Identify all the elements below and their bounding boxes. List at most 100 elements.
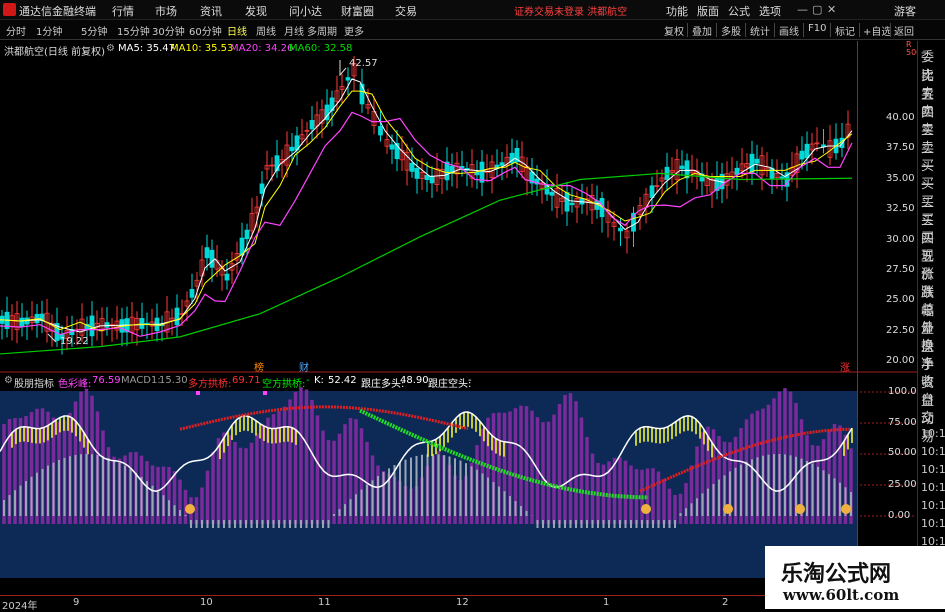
ind-value: - — [468, 375, 472, 386]
candle-body — [19, 317, 25, 327]
indicator-gear-icon[interactable]: ⚙ — [4, 375, 13, 386]
ind-value: - — [306, 375, 310, 386]
ma20-line — [0, 111, 853, 337]
candle-body — [359, 83, 365, 105]
ind-value: 52.42 — [328, 375, 357, 386]
price-tick: 35.00 — [886, 173, 915, 184]
candle-body — [649, 185, 655, 199]
money-bag-icon — [841, 504, 851, 514]
candle-body — [244, 229, 250, 240]
ma10-value: MA10: 35.53 — [170, 43, 234, 54]
ind-tick: 100.0 — [888, 386, 917, 397]
ma20-value: MA20: 34.26 — [230, 43, 294, 54]
price-tick: 25.00 — [886, 294, 915, 305]
ind-tick: 75.00 — [888, 417, 917, 428]
date-tick: 12 — [456, 597, 469, 608]
sidebar-time: 10:10 — [921, 499, 945, 512]
candle-body — [189, 289, 195, 298]
candle-body — [378, 126, 383, 136]
ind-value: 69.71 — [232, 375, 261, 386]
candle-body — [289, 146, 295, 152]
candle-body — [209, 249, 215, 268]
candle-body — [204, 247, 210, 259]
ind-value: 15.30 — [159, 375, 188, 386]
indicator-name[interactable]: 股朋指标 — [14, 375, 54, 390]
sidebar-time: 10:10 — [921, 445, 945, 458]
candle-body — [779, 176, 785, 179]
date-tick: 2024年 — [2, 601, 38, 612]
candle-body — [414, 167, 420, 179]
price-tick: 27.50 — [886, 264, 915, 275]
money-bag-icon — [723, 504, 733, 514]
peak-marker — [196, 391, 200, 395]
stock-name: 洪都航空(日线 前复权) — [4, 47, 105, 58]
candle-body — [174, 307, 180, 326]
candle-body — [224, 273, 230, 281]
ma5-value: MA5: 35.47 — [118, 43, 176, 54]
date-tick: 9 — [73, 597, 80, 608]
candle-body — [429, 175, 435, 184]
quote-sidebar: 委比 卖五 卖四 卖三 卖二 卖一 买一 买二 买三 买四 买五 现价 涨跌 涨… — [917, 41, 945, 571]
watermark-title: 乐淘公式网 — [781, 562, 892, 587]
ind-value: 48.90 — [400, 375, 429, 386]
price-tick: 20.00 — [886, 355, 915, 366]
candle-body — [479, 161, 485, 183]
date-tick: 11 — [318, 597, 331, 608]
candle-body — [444, 161, 450, 181]
low-price-label: 19.22 — [60, 336, 89, 347]
price-axis: R 500 40.00 37.50 35.00 32.50 30.00 27.5… — [858, 41, 921, 371]
candle-body — [754, 158, 760, 164]
candle-body — [139, 318, 145, 329]
candle-body — [345, 77, 351, 81]
candle-body — [564, 192, 570, 212]
price-tick: 37.50 — [886, 142, 915, 153]
kline-chart[interactable] — [0, 0, 945, 609]
high-marker — [339, 60, 347, 77]
ind-tick: 50.00 — [888, 447, 917, 458]
limit-up-badge[interactable]: 涨 — [840, 359, 850, 374]
candle-body — [389, 144, 395, 150]
money-bag-icon — [795, 504, 805, 514]
sidebar-time: 10:10 — [921, 427, 945, 440]
sidebar-time: 10:10 — [921, 517, 945, 530]
candle-body — [259, 183, 265, 194]
candle-body — [89, 315, 95, 337]
settings-gear-icon[interactable]: ⚙ — [106, 43, 115, 54]
candle-body — [679, 165, 685, 169]
candle-body — [309, 119, 315, 130]
candle-body — [499, 162, 505, 166]
ma-info-line: 洪都航空(日线 前复权) ⚙ MA5: 35.47 MA10: 35.53 MA… — [0, 41, 880, 58]
high-price-label: 42.57 — [349, 58, 378, 69]
candle-body — [424, 174, 430, 181]
peak-marker — [263, 391, 267, 395]
price-tick: 32.50 — [886, 203, 915, 214]
ma60-value: MA60: 32.58 — [289, 43, 353, 54]
ma5-line — [0, 78, 853, 333]
price-tick: 40.00 — [886, 112, 915, 123]
date-tick: 1 — [603, 597, 610, 608]
ind-label: 色彩峰: — [58, 379, 92, 390]
money-bag-icon — [185, 504, 195, 514]
candle-body — [749, 153, 755, 173]
date-tick: 2 — [722, 597, 729, 608]
ind-label: 跟庄多头: — [361, 379, 405, 390]
ind-label: 多方拱桥: — [188, 379, 232, 390]
date-tick: 10 — [200, 597, 213, 608]
indicator-info-line: ⚙ 股朋指标 色彩峰: 76.59 MACD1: 15.30 多方拱桥: 69.… — [0, 373, 880, 390]
candle-body — [804, 143, 810, 159]
watermark-url: www.60lt.com — [783, 586, 900, 604]
finance-badge[interactable]: 财 — [299, 359, 309, 374]
money-bag-icon — [641, 504, 651, 514]
candle-body — [409, 162, 415, 172]
ind-label: 跟庄空头: — [428, 379, 472, 390]
ind-label: K: — [314, 375, 324, 386]
ind-label: MACD1: — [121, 375, 161, 386]
candle-body — [734, 167, 740, 175]
sidebar-time: 10:10 — [921, 463, 945, 476]
price-tick: 30.00 — [886, 234, 915, 245]
ind-value: 76.59 — [92, 375, 121, 386]
candle-body — [569, 202, 575, 206]
rank-badge[interactable]: 榜 — [254, 359, 264, 374]
candle-body — [549, 191, 555, 196]
sidebar-time: 10:10 — [921, 481, 945, 494]
